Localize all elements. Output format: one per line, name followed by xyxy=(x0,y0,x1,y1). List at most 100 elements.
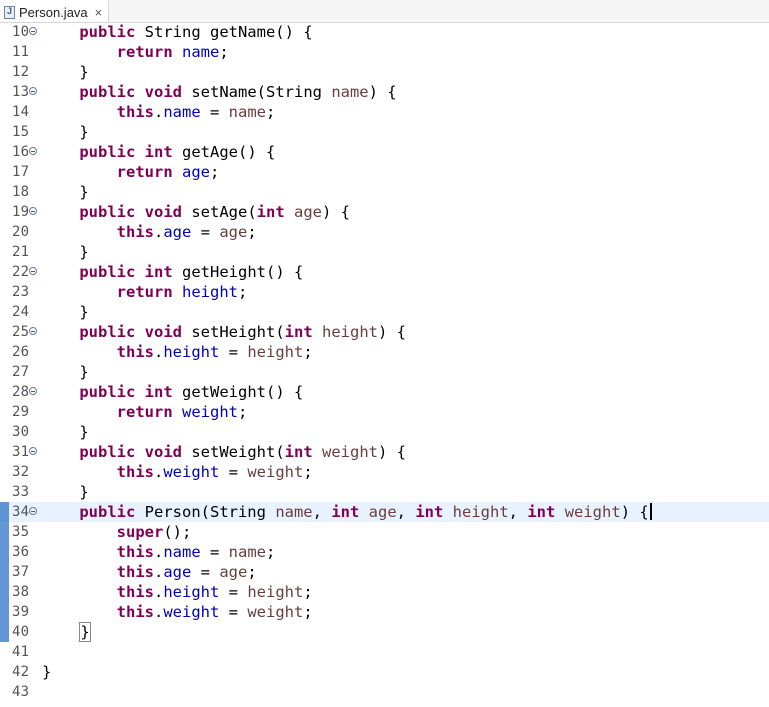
change-indicator xyxy=(0,222,9,242)
collapse-icon[interactable] xyxy=(29,447,37,455)
code-text: public void setWeight(int weight) { xyxy=(79,443,406,461)
code-line[interactable]: 14 this.name = name; xyxy=(0,102,769,122)
code-text: } xyxy=(42,243,89,261)
code-line[interactable]: 33 } xyxy=(0,482,769,502)
line-gutter: 37 xyxy=(0,562,40,582)
code-line[interactable]: 21 } xyxy=(0,242,769,262)
line-number: 17 xyxy=(12,164,30,180)
tab-person-java[interactable]: Person.java × xyxy=(0,0,110,22)
code-line[interactable]: 23 return height; xyxy=(0,282,769,302)
code-line[interactable]: 42} xyxy=(0,662,769,682)
line-gutter: 32 xyxy=(0,462,40,482)
code-text: this.weight = weight; xyxy=(116,603,313,621)
change-indicator xyxy=(0,462,9,482)
code-text: super(); xyxy=(116,523,192,541)
code-text: public int getAge() { xyxy=(79,143,276,161)
line-gutter: 33 xyxy=(0,482,40,502)
code-line[interactable]: 22 public int getHeight() { xyxy=(0,262,769,282)
line-gutter: 42 xyxy=(0,662,40,682)
code-line[interactable]: 40 } xyxy=(0,622,769,642)
code-line[interactable]: 16 public int getAge() { xyxy=(0,142,769,162)
change-indicator xyxy=(0,602,9,622)
code-line[interactable]: 11 return name; xyxy=(0,42,769,62)
code-line[interactable]: 35 super(); xyxy=(0,522,769,542)
code-line[interactable]: 27 } xyxy=(0,362,769,382)
line-number: 36 xyxy=(12,544,30,560)
line-gutter: 38 xyxy=(0,582,40,602)
code-text: this.name = name; xyxy=(116,103,276,121)
collapse-icon[interactable] xyxy=(29,267,37,275)
line-number: 14 xyxy=(12,104,30,120)
code-text: return age; xyxy=(116,163,220,181)
code-line[interactable]: 37 this.age = age; xyxy=(0,562,769,582)
code-line[interactable]: 32 this.weight = weight; xyxy=(0,462,769,482)
code-line[interactable]: 13 public void setName(String name) { xyxy=(0,82,769,102)
code-line[interactable]: 17 return age; xyxy=(0,162,769,182)
change-indicator xyxy=(0,642,9,662)
code-editor[interactable]: 10 public String getName() {11 return na… xyxy=(0,22,769,707)
line-gutter: 40 xyxy=(0,622,40,642)
code-line[interactable]: 19 public void setAge(int age) { xyxy=(0,202,769,222)
code-line[interactable]: 24 } xyxy=(0,302,769,322)
matched-bracket: } xyxy=(79,622,91,642)
line-gutter: 36 xyxy=(0,542,40,562)
change-indicator xyxy=(0,242,9,262)
collapse-icon[interactable] xyxy=(29,507,37,515)
change-indicator xyxy=(0,182,9,202)
code-line[interactable]: 12 } xyxy=(0,62,769,82)
change-indicator xyxy=(0,442,9,462)
line-number: 29 xyxy=(12,404,30,420)
change-indicator xyxy=(0,342,9,362)
code-line[interactable]: 31 public void setWeight(int weight) { xyxy=(0,442,769,462)
code-text: } xyxy=(42,363,89,381)
collapse-icon[interactable] xyxy=(29,327,37,335)
line-number: 15 xyxy=(12,124,30,140)
line-gutter: 28 xyxy=(0,382,40,402)
code-text: } xyxy=(42,663,52,681)
code-line[interactable]: 43 xyxy=(0,682,769,702)
code-line[interactable]: 18 } xyxy=(0,182,769,202)
line-number: 24 xyxy=(12,304,30,320)
collapse-icon[interactable] xyxy=(29,87,37,95)
code-line[interactable]: 15 } xyxy=(0,122,769,142)
code-line[interactable]: 34 public Person(String name, int age, i… xyxy=(0,502,769,522)
line-gutter: 16 xyxy=(0,142,40,162)
change-indicator xyxy=(0,382,9,402)
code-line[interactable]: 28 public int getWeight() { xyxy=(0,382,769,402)
code-line[interactable]: 39 this.weight = weight; xyxy=(0,602,769,622)
change-indicator xyxy=(0,662,9,682)
editor-tab-bar: Person.java × xyxy=(0,0,769,23)
line-number: 30 xyxy=(12,424,30,440)
line-number: 41 xyxy=(12,644,30,660)
code-line[interactable]: 30 } xyxy=(0,422,769,442)
change-indicator xyxy=(0,142,9,162)
change-indicator xyxy=(0,422,9,442)
code-line[interactable]: 25 public void setHeight(int height) { xyxy=(0,322,769,342)
code-text: } xyxy=(42,483,89,501)
code-line[interactable]: 20 this.age = age; xyxy=(0,222,769,242)
change-indicator xyxy=(0,22,9,42)
code-line[interactable]: 10 public String getName() { xyxy=(0,22,769,42)
collapse-icon[interactable] xyxy=(29,387,37,395)
code-text: public void setAge(int age) { xyxy=(79,203,350,221)
line-gutter: 29 xyxy=(0,402,40,422)
change-indicator xyxy=(0,582,9,602)
code-line[interactable]: 41 xyxy=(0,642,769,662)
line-gutter: 21 xyxy=(0,242,40,262)
change-indicator xyxy=(0,42,9,62)
change-indicator xyxy=(0,322,9,342)
line-number: 27 xyxy=(12,364,30,380)
code-line[interactable]: 26 this.height = height; xyxy=(0,342,769,362)
close-icon[interactable]: × xyxy=(95,5,103,20)
line-gutter: 30 xyxy=(0,422,40,442)
line-number: 26 xyxy=(12,344,30,360)
change-indicator xyxy=(0,62,9,82)
collapse-icon[interactable] xyxy=(29,27,37,35)
code-line[interactable]: 36 this.name = name; xyxy=(0,542,769,562)
code-line[interactable]: 38 this.height = height; xyxy=(0,582,769,602)
code-text: this.height = height; xyxy=(116,583,313,601)
code-line[interactable]: 29 return weight; xyxy=(0,402,769,422)
code-text: public Person(String name, int age, int … xyxy=(42,502,652,522)
collapse-icon[interactable] xyxy=(29,207,37,215)
collapse-icon[interactable] xyxy=(29,147,37,155)
